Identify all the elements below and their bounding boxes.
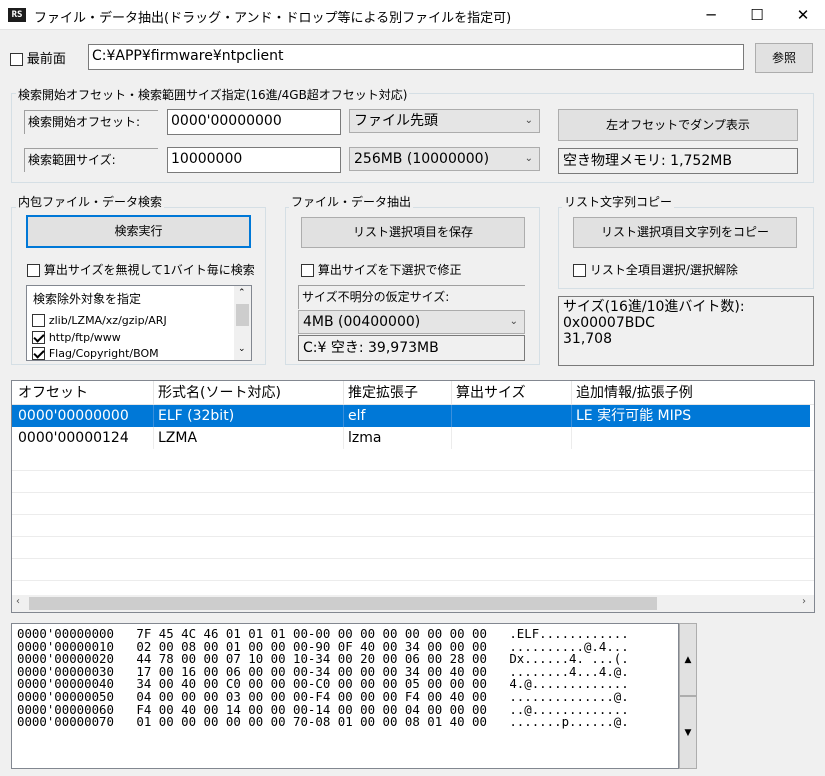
column-header-size[interactable]: 算出サイズ — [452, 381, 572, 405]
cell-ext: lzma — [344, 427, 452, 449]
window-title: ファイル・データ抽出(ドラッグ・アンド・ドロップ等による別ファイルを指定可) — [34, 11, 512, 26]
cell-ext: elf — [344, 405, 452, 427]
topmost-checkbox-row[interactable]: 最前面 — [10, 48, 66, 67]
free-memory-display: 空き物理メモリ: 1,752MB — [558, 148, 798, 174]
app-icon: RS — [8, 8, 26, 22]
ignore-size-label: 算出サイズを無視して1バイト毎に検索 — [43, 263, 255, 277]
cell-format: ELF (32bit) — [154, 405, 344, 427]
triangle-up-icon: ▲ — [684, 655, 692, 665]
start-offset-input[interactable]: 0000'00000000 — [167, 109, 341, 135]
topmost-label: 最前面 — [26, 52, 66, 67]
close-button[interactable]: ✕ — [780, 0, 825, 30]
size-info-line: 31,708 — [563, 331, 612, 347]
size-info-line: 0x00007BDC — [563, 315, 655, 331]
exclude-item-checkbox[interactable] — [32, 331, 45, 344]
range-size-combo-value: 256MB (10000000) — [354, 151, 490, 167]
results-header: オフセット 形式名(ソート対応) 推定拡張子 算出サイズ 追加情報/拡張子例 — [12, 381, 814, 405]
cell-info: LE 実行可能 MIPS — [576, 408, 692, 424]
exclude-item-label: Flag/Copyright/BOM — [48, 347, 159, 360]
table-row[interactable]: 0000'00000000 ELF (32bit) elf LE 実行可能 MI… — [12, 405, 810, 427]
triangle-down-icon: ▼ — [684, 728, 692, 738]
exclude-item-label: http/ftp/www — [48, 331, 121, 344]
embedded-search-group-title: 内包ファイル・データ検索 — [16, 193, 165, 210]
fix-size-checkbox[interactable] — [301, 264, 314, 277]
ignore-size-checkbox-row[interactable]: 算出サイズを無視して1バイト毎に検索 — [27, 261, 255, 278]
scroll-up-icon[interactable]: ⌃ — [238, 288, 246, 298]
copy-selected-button[interactable]: リスト選択項目文字列をコピー — [573, 217, 797, 248]
unknown-size-label: サイズ不明分の仮定サイズ: — [298, 285, 525, 309]
column-header-info[interactable]: 追加情報/拡張子例 — [572, 381, 812, 405]
hex-scroll-up-button[interactable]: ▲ — [679, 623, 697, 696]
hex-dump[interactable]: 0000'00000000 7F 45 4C 46 01 01 01 00-00… — [11, 623, 679, 769]
size-info-line: サイズ(16進/10進バイト数): — [563, 299, 745, 315]
range-size-combo[interactable]: 256MB (10000000) ⌄ — [349, 147, 540, 171]
copy-group-title: リスト文字列コピー — [562, 193, 675, 210]
exclude-item[interactable]: Flag/Copyright/BOM — [32, 346, 159, 360]
search-run-button[interactable]: 検索実行 — [26, 215, 251, 248]
exclude-item[interactable]: zlib/LZMA/xz/gzip/ARJ — [32, 313, 167, 327]
search-range-group-title: 検索開始オフセット・検索範囲サイズ指定(16進/4GB超オフセット対応) — [16, 86, 410, 103]
minimize-button[interactable]: ─ — [688, 0, 734, 30]
file-path-input[interactable]: C:¥APP¥firmware¥ntpclient — [88, 44, 744, 70]
browse-button[interactable]: 参照 — [755, 43, 813, 73]
exclude-item[interactable]: http/ftp/www — [32, 330, 121, 344]
start-offset-label: 検索開始オフセット: — [24, 110, 158, 134]
hex-scroll-down-button[interactable]: ▼ — [679, 696, 697, 769]
cell-size — [452, 405, 572, 427]
extract-group-title: ファイル・データ抽出 — [289, 193, 414, 210]
cell-format: LZMA — [154, 427, 344, 449]
fix-size-label: 算出サイズを下選択で修正 — [317, 263, 462, 277]
size-info-display: サイズ(16進/10進バイト数): 0x00007BDC 31,708 — [558, 296, 814, 366]
scroll-left-icon[interactable]: ‹ — [16, 596, 20, 607]
start-position-combo-value: ファイル先頭 — [354, 113, 438, 129]
hex-dump-line: 0000'00000070 01 00 00 00 00 00 00 70-08… — [17, 714, 629, 730]
assumed-size-combo-value: 4MB (00400000) — [303, 314, 421, 330]
ignore-size-checkbox[interactable] — [27, 264, 40, 277]
results-list[interactable]: オフセット 形式名(ソート対応) 推定拡張子 算出サイズ 追加情報/拡張子例 0… — [11, 380, 815, 613]
exclude-item-checkbox[interactable] — [32, 314, 45, 327]
maximize-button[interactable]: ☐ — [734, 0, 780, 30]
empty-row-grid — [12, 449, 814, 595]
exclude-list: 検索除外対象を指定 zlib/LZMA/xz/gzip/ARJ http/ftp… — [26, 285, 252, 361]
cell-offset: 0000'00000000 — [14, 405, 154, 427]
fix-size-checkbox-row[interactable]: 算出サイズを下選択で修正 — [301, 261, 461, 278]
save-selected-button[interactable]: リスト選択項目を保存 — [301, 217, 525, 248]
select-all-checkbox-row[interactable]: リスト全項目選択/選択解除 — [573, 261, 738, 278]
chevron-down-icon: ⌄ — [524, 153, 533, 164]
column-header-offset[interactable]: オフセット — [14, 381, 154, 405]
start-position-combo[interactable]: ファイル先頭 ⌄ — [349, 109, 540, 133]
scrollbar-thumb[interactable] — [236, 304, 249, 326]
cell-size — [452, 427, 572, 449]
dump-at-offset-button[interactable]: 左オフセットでダンプ表示 — [558, 109, 798, 141]
assumed-size-combo[interactable]: 4MB (00400000) ⌄ — [298, 310, 525, 334]
scroll-down-icon[interactable]: ⌄ — [238, 344, 246, 354]
scroll-right-icon[interactable]: › — [802, 596, 806, 607]
exclude-list-scrollbar[interactable]: ⌃ ⌄ — [234, 286, 251, 360]
topmost-checkbox[interactable] — [10, 53, 23, 66]
select-all-checkbox[interactable] — [573, 264, 586, 277]
drive-free-display: C:¥ 空き: 39,973MB — [298, 335, 525, 361]
exclude-item-label: zlib/LZMA/xz/gzip/ARJ — [48, 314, 167, 327]
select-all-label: リスト全項目選択/選択解除 — [589, 263, 738, 277]
range-size-input[interactable]: 10000000 — [167, 147, 341, 173]
chevron-down-icon: ⌄ — [524, 115, 533, 126]
column-header-ext[interactable]: 推定拡張子 — [344, 381, 452, 405]
cell-info — [572, 427, 812, 449]
title-bar: RS ファイル・データ抽出(ドラッグ・アンド・ドロップ等による別ファイルを指定可… — [0, 0, 825, 30]
scrollbar-thumb[interactable] — [29, 597, 657, 610]
chevron-down-icon: ⌄ — [509, 316, 518, 327]
exclude-item-checkbox[interactable] — [32, 347, 45, 360]
table-row[interactable]: 0000'00000124 LZMA lzma — [12, 427, 810, 449]
exclude-list-title: 検索除外対象を指定 — [33, 292, 142, 306]
column-header-format[interactable]: 形式名(ソート対応) — [154, 381, 344, 405]
range-size-label: 検索範囲サイズ: — [24, 148, 158, 172]
cell-offset: 0000'00000124 — [14, 427, 154, 449]
results-hscrollbar[interactable]: ‹ › — [12, 595, 814, 612]
